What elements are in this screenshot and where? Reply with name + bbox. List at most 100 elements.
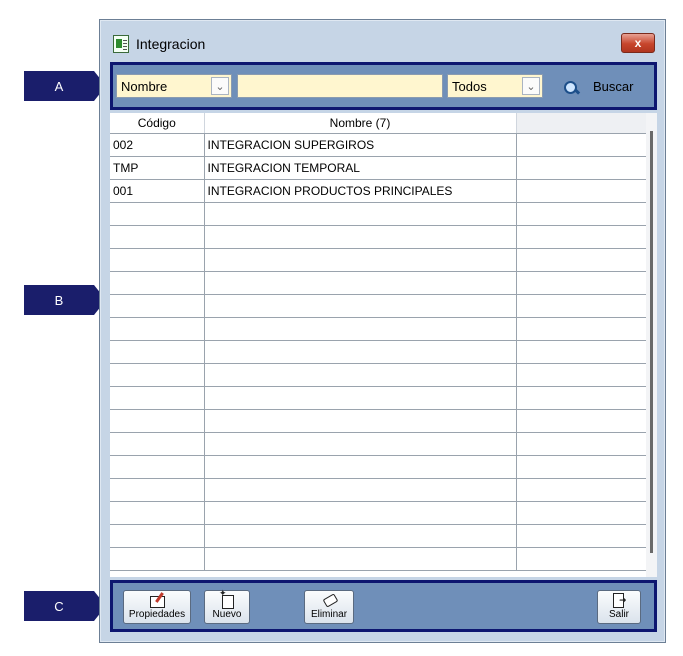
cell-codigo[interactable]: [110, 340, 205, 364]
table-row[interactable]: [110, 409, 646, 433]
cell-extra[interactable]: [516, 156, 646, 180]
cell-nombre[interactable]: [204, 547, 517, 571]
table-row[interactable]: [110, 271, 646, 295]
cell-nombre[interactable]: [204, 294, 517, 318]
table-row[interactable]: [110, 294, 646, 318]
cell-codigo[interactable]: [110, 409, 205, 433]
cell-codigo[interactable]: [110, 363, 205, 387]
cell-codigo[interactable]: 002: [110, 133, 205, 157]
search-toolbar: Nombre ⌄ Todos ⌄ Buscar: [110, 62, 657, 110]
table-row[interactable]: [110, 340, 646, 364]
cell-codigo[interactable]: 001: [110, 179, 205, 203]
cell-codigo[interactable]: [110, 524, 205, 548]
cell-nombre[interactable]: [204, 409, 517, 433]
cell-extra[interactable]: [516, 179, 646, 203]
cell-codigo[interactable]: [110, 501, 205, 525]
table-row[interactable]: [110, 501, 646, 525]
table-row[interactable]: [110, 386, 646, 410]
cell-nombre[interactable]: [204, 455, 517, 479]
records-table: Código Nombre (7) 002 INTEGRACION SUPERGI…: [110, 113, 646, 571]
callout-a-label: A: [24, 71, 94, 101]
cell-extra[interactable]: [516, 271, 646, 295]
table-row[interactable]: [110, 547, 646, 571]
cell-nombre[interactable]: [204, 432, 517, 456]
title-bar[interactable]: Integracion x: [100, 20, 665, 60]
column-header-nombre[interactable]: Nombre (7): [204, 113, 517, 134]
cell-nombre[interactable]: [204, 317, 517, 341]
cell-nombre[interactable]: [204, 363, 517, 387]
search-button[interactable]: Buscar: [558, 73, 648, 99]
propiedades-button[interactable]: Propiedades: [123, 590, 191, 624]
table-row[interactable]: [110, 225, 646, 249]
salir-button[interactable]: Salir: [597, 590, 641, 624]
cell-nombre[interactable]: [204, 225, 517, 249]
cell-codigo[interactable]: [110, 432, 205, 456]
field-select[interactable]: Nombre ⌄: [116, 74, 232, 98]
cell-nombre[interactable]: [204, 340, 517, 364]
vertical-scrollbar[interactable]: [646, 113, 657, 577]
scrollbar-thumb[interactable]: [650, 131, 653, 553]
cell-extra[interactable]: [516, 317, 646, 341]
filter-select[interactable]: Todos ⌄: [447, 74, 543, 98]
column-header-codigo[interactable]: Código: [110, 113, 205, 134]
table-row[interactable]: [110, 363, 646, 387]
cell-codigo[interactable]: [110, 225, 205, 249]
cell-codigo[interactable]: [110, 294, 205, 318]
table-row[interactable]: [110, 317, 646, 341]
cell-extra[interactable]: [516, 547, 646, 571]
cell-codigo[interactable]: [110, 386, 205, 410]
close-button[interactable]: x: [621, 33, 655, 53]
cell-codigo[interactable]: [110, 317, 205, 341]
cell-extra[interactable]: [516, 524, 646, 548]
cell-nombre[interactable]: INTEGRACION PRODUCTOS PRINCIPALES: [204, 179, 517, 203]
table-row[interactable]: [110, 524, 646, 548]
cell-codigo[interactable]: [110, 202, 205, 226]
table-row[interactable]: TMP INTEGRACION TEMPORAL: [110, 156, 646, 180]
cell-codigo[interactable]: [110, 455, 205, 479]
cell-nombre[interactable]: [204, 524, 517, 548]
propiedades-label: Propiedades: [128, 609, 186, 620]
cell-nombre[interactable]: [204, 248, 517, 272]
cell-extra[interactable]: [516, 386, 646, 410]
eraser-icon: [321, 592, 337, 608]
cell-nombre[interactable]: [204, 271, 517, 295]
cell-extra[interactable]: [516, 294, 646, 318]
callout-c: C: [24, 591, 106, 621]
cell-nombre[interactable]: [204, 478, 517, 502]
cell-nombre[interactable]: [204, 501, 517, 525]
eliminar-button[interactable]: Eliminar: [304, 590, 354, 624]
table-row[interactable]: 002 INTEGRACION SUPERGIROS: [110, 133, 646, 157]
cell-extra[interactable]: [516, 409, 646, 433]
cell-codigo[interactable]: [110, 478, 205, 502]
cell-extra[interactable]: [516, 202, 646, 226]
cell-extra[interactable]: [516, 340, 646, 364]
table-row[interactable]: [110, 248, 646, 272]
nuevo-button[interactable]: Nuevo: [204, 588, 250, 624]
table-row[interactable]: 001 INTEGRACION PRODUCTOS PRINCIPALES: [110, 179, 646, 203]
table-row[interactable]: [110, 478, 646, 502]
cell-extra[interactable]: [516, 478, 646, 502]
cell-extra[interactable]: [516, 363, 646, 387]
search-input[interactable]: [237, 74, 443, 98]
cell-codigo[interactable]: [110, 547, 205, 571]
cell-extra[interactable]: [516, 432, 646, 456]
cell-extra[interactable]: [516, 133, 646, 157]
cell-extra[interactable]: [516, 455, 646, 479]
table-row[interactable]: [110, 455, 646, 479]
eliminar-label: Eliminar: [310, 609, 348, 620]
cell-nombre[interactable]: INTEGRACION SUPERGIROS: [204, 133, 517, 157]
cell-codigo[interactable]: [110, 271, 205, 295]
table-row[interactable]: [110, 432, 646, 456]
cell-codigo[interactable]: [110, 248, 205, 272]
chevron-down-icon[interactable]: ⌄: [211, 77, 229, 95]
cell-nombre[interactable]: [204, 202, 517, 226]
cell-extra[interactable]: [516, 225, 646, 249]
cell-extra[interactable]: [516, 248, 646, 272]
cell-nombre[interactable]: [204, 386, 517, 410]
cell-extra[interactable]: [516, 501, 646, 525]
chevron-down-icon[interactable]: ⌄: [522, 77, 540, 95]
column-header-extra[interactable]: [516, 113, 646, 134]
cell-codigo[interactable]: TMP: [110, 156, 205, 180]
cell-nombre[interactable]: INTEGRACION TEMPORAL: [204, 156, 517, 180]
table-row[interactable]: [110, 202, 646, 226]
